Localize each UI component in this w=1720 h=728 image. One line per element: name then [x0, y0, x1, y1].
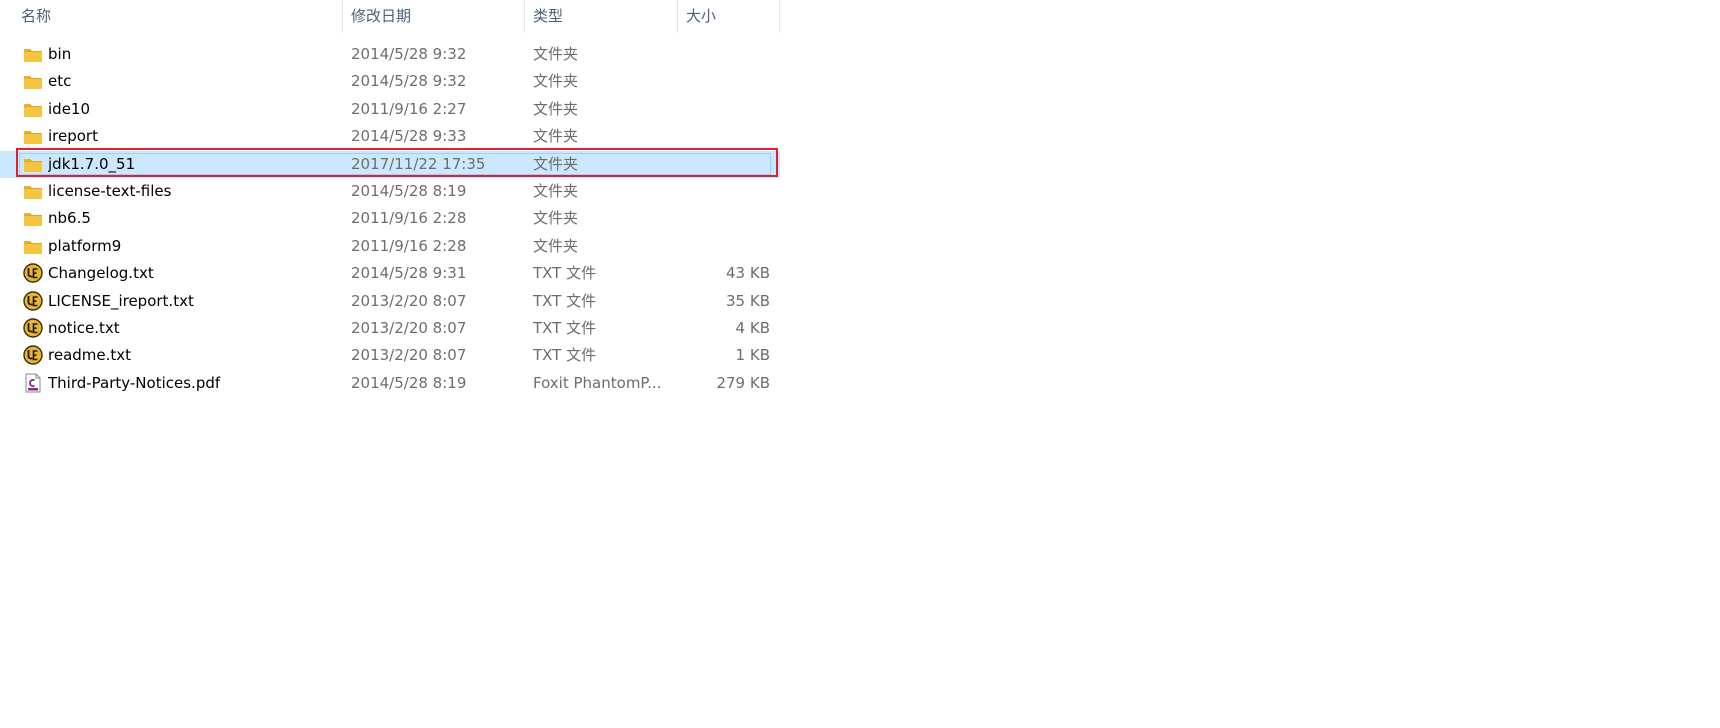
folder-icon — [24, 131, 42, 145]
file-name: readme.txt — [48, 346, 132, 365]
file-name: platform9 — [48, 236, 122, 255]
file-row[interactable]: etc 2014/5/28 9:32 文件夹 — [0, 68, 780, 95]
file-date-modified: 2011/9/16 2:28 — [351, 209, 467, 228]
file-row[interactable]: ide10 2011/9/16 2:27 文件夹 — [0, 96, 780, 123]
folder-icon — [24, 213, 42, 227]
file-date-modified: 2017/11/22 17:35 — [351, 154, 486, 173]
file-type: 文件夹 — [533, 181, 579, 200]
file-row[interactable]: jdk1.7.0_51 2017/11/22 17:35 文件夹 — [0, 150, 780, 178]
file-row[interactable]: Third-Party-Notices.pdf 2014/5/28 8:19 Fox… — [0, 370, 780, 397]
file-date-modified: 2013/2/20 8:07 — [351, 291, 467, 310]
file-name: notice.txt — [48, 318, 120, 337]
file-size — [678, 178, 770, 205]
file-date-modified: 2014/5/28 8:19 — [351, 181, 467, 200]
folder-icon — [24, 240, 42, 254]
file-size — [678, 123, 770, 150]
column-header-size[interactable]: 大小 — [678, 0, 780, 33]
file-name: ireport — [48, 127, 98, 146]
file-row[interactable]: notice.txt 2013/2/20 8:07 TXT 文件 4 KB — [0, 315, 780, 342]
file-name: LICENSE_ireport.txt — [48, 291, 194, 310]
file-name: ide10 — [48, 99, 91, 118]
ultraedit-icon — [23, 263, 43, 283]
file-date-modified: 2014/5/28 9:31 — [351, 264, 467, 283]
file-size: 1 KB — [735, 346, 770, 365]
file-name: bin — [48, 45, 72, 63]
file-name: etc — [48, 72, 72, 91]
column-header-date[interactable]: 修改日期 — [343, 0, 525, 33]
file-size: 4 KB — [735, 318, 770, 337]
file-type: 文件夹 — [533, 209, 579, 228]
file-type: 文件夹 — [533, 154, 579, 173]
file-date-modified: 2013/2/20 8:07 — [351, 346, 467, 365]
folder-icon — [24, 76, 42, 90]
file-size: 35 KB — [726, 291, 770, 310]
file-type: 文件夹 — [533, 127, 579, 146]
column-header-name[interactable]: 名称 ^ — [13, 0, 343, 33]
file-type: TXT 文件 — [533, 346, 597, 365]
file-row[interactable]: nb6.5 2011/9/16 2:28 文件夹 — [0, 205, 780, 232]
file-name: license-text-files — [48, 181, 172, 200]
file-list: bin 2014/5/28 9:32 文件夹 etc 2014/5/28 9:32 文件夹… — [0, 41, 780, 397]
pdf-icon — [25, 373, 41, 393]
file-row[interactable]: Changelog.txt 2014/5/28 9:31 TXT 文件 43 KB — [0, 260, 780, 287]
ultraedit-icon — [23, 318, 43, 338]
file-size — [678, 233, 770, 260]
file-row[interactable]: bin 2014/5/28 9:32 文件夹 — [0, 41, 780, 68]
file-size: 279 KB — [716, 373, 770, 392]
file-date-modified: 2011/9/16 2:27 — [351, 99, 467, 118]
folder-icon — [24, 158, 42, 172]
file-date-modified: 2014/5/28 9:32 — [351, 45, 467, 63]
file-type: TXT 文件 — [533, 291, 597, 310]
file-size — [678, 41, 770, 68]
file-size — [678, 68, 770, 95]
ultraedit-icon — [23, 345, 43, 365]
file-date-modified: 2013/2/20 8:07 — [351, 318, 467, 337]
folder-icon — [24, 185, 42, 199]
column-header-name-label: 名称 — [21, 7, 52, 25]
file-row[interactable]: readme.txt 2013/2/20 8:07 TXT 文件 1 KB — [0, 342, 780, 369]
file-type: Foxit PhantomP... — [533, 373, 662, 392]
file-row[interactable]: LICENSE_ireport.txt 2013/2/20 8:07 TXT 文件 3… — [0, 288, 780, 315]
column-header-type[interactable]: 类型 — [525, 0, 678, 33]
column-header-date-label: 修改日期 — [351, 7, 412, 25]
file-explorer: 名称 ^ 修改日期 类型 大小 bin 2014/5/28 9:32 文件夹 etc 2… — [0, 0, 1720, 728]
ultraedit-icon — [23, 290, 43, 311]
file-name: Third-Party-Notices.pdf — [48, 373, 221, 392]
file-name: jdk1.7.0_51 — [48, 154, 136, 173]
file-type: 文件夹 — [533, 236, 579, 255]
file-date-modified: 2014/5/28 9:32 — [351, 72, 467, 91]
file-type: 文件夹 — [533, 72, 579, 91]
folder-icon — [24, 103, 42, 117]
file-type: 文件夹 — [533, 45, 579, 63]
file-size: 43 KB — [726, 264, 770, 283]
file-type: TXT 文件 — [533, 318, 597, 337]
file-type: TXT 文件 — [533, 264, 597, 283]
folder-icon — [24, 49, 42, 62]
file-size — [678, 151, 770, 178]
file-size — [678, 205, 770, 232]
file-date-modified: 2011/9/16 2:28 — [351, 236, 467, 255]
file-type: 文件夹 — [533, 99, 579, 118]
column-header-bar: 名称 ^ 修改日期 类型 大小 — [0, 0, 780, 33]
file-date-modified: 2014/5/28 9:33 — [351, 127, 467, 146]
file-row[interactable]: license-text-files 2014/5/28 8:19 文件夹 — [0, 178, 780, 205]
file-date-modified: 2014/5/28 8:19 — [351, 373, 467, 392]
column-header-type-label: 类型 — [533, 7, 564, 25]
file-name: nb6.5 — [48, 209, 91, 228]
file-row[interactable]: platform9 2011/9/16 2:28 文件夹 — [0, 233, 780, 260]
file-row[interactable]: ireport 2014/5/28 9:33 文件夹 — [0, 123, 780, 150]
sort-ascending-icon: ^ — [185, 0, 196, 10]
file-name: Changelog.txt — [48, 264, 154, 283]
file-size — [678, 96, 770, 123]
column-header-size-label: 大小 — [686, 7, 717, 25]
